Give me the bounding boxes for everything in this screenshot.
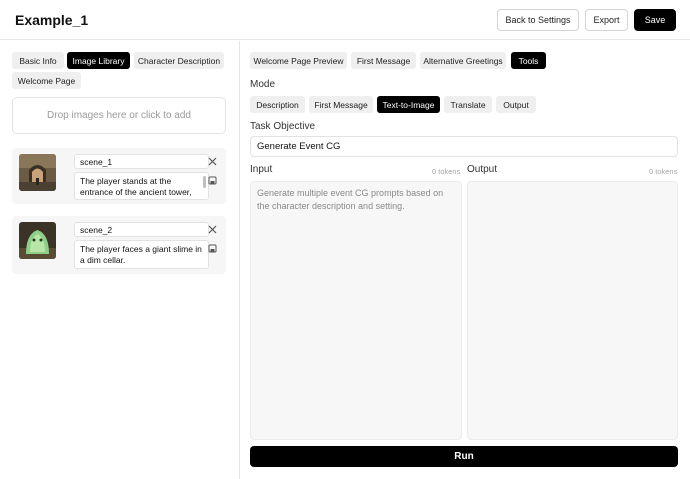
output-textarea[interactable] — [467, 181, 678, 440]
image-description-text: The player faces a giant slime in a dim … — [80, 244, 202, 265]
mode-output[interactable]: Output — [496, 96, 536, 113]
input-label: Input — [250, 164, 273, 175]
mode-description[interactable]: Description — [250, 96, 305, 113]
task-objective-input[interactable]: Generate Event CG — [250, 136, 678, 157]
delete-icon[interactable] — [206, 223, 218, 235]
image-thumbnail[interactable] — [19, 154, 56, 191]
image-dropzone[interactable]: Drop images here or click to add — [12, 97, 226, 134]
mode-first-message[interactable]: First Message — [309, 96, 373, 113]
back-to-settings-button[interactable]: Back to Settings — [497, 9, 579, 31]
save-icon[interactable] — [206, 242, 218, 254]
tab-image-library[interactable]: Image Library — [67, 52, 130, 69]
save-button[interactable]: Save — [634, 9, 676, 31]
output-label: Output — [467, 164, 498, 175]
tab-welcome-page-preview[interactable]: Welcome Page Preview — [250, 52, 347, 69]
image-description-input[interactable]: The player faces a giant slime in a dim … — [74, 240, 209, 269]
run-button[interactable]: Run — [250, 446, 678, 467]
input-token-count: 0 tokens — [432, 167, 461, 176]
tab-tools[interactable]: Tools — [511, 52, 546, 69]
image-name-input[interactable]: scene_2 — [74, 222, 209, 237]
mode-text-to-image[interactable]: Text-to-Image — [377, 96, 440, 113]
input-textarea[interactable]: Generate multiple event CG prompts based… — [250, 181, 462, 440]
tab-alternative-greetings[interactable]: Alternative Greetings — [420, 52, 506, 69]
tab-character-description[interactable]: Character Description — [134, 52, 224, 69]
export-button[interactable]: Export — [585, 9, 628, 31]
tab-basic-info[interactable]: Basic Info — [12, 52, 64, 69]
input-text: Generate multiple event CG prompts based… — [257, 188, 444, 211]
image-description-input[interactable]: The player stands at the entrance of the… — [74, 172, 209, 200]
image-name-input[interactable]: scene_1 — [74, 154, 209, 169]
image-description-text: The player stands at the entrance of the… — [80, 176, 192, 199]
mode-label: Mode — [250, 79, 276, 90]
delete-icon[interactable] — [206, 155, 218, 167]
app-title: Example_1 — [15, 12, 89, 28]
app-header: Example_1 Back to Settings Export Save — [0, 0, 690, 40]
output-token-count: 0 tokens — [649, 167, 678, 176]
image-card-scene-2: scene_2 The player faces a giant slime i… — [12, 216, 226, 274]
left-panel: Basic Info Image Library Character Descr… — [0, 41, 240, 479]
tab-welcome-page[interactable]: Welcome Page — [12, 72, 81, 89]
tab-first-message[interactable]: First Message — [351, 52, 416, 69]
image-thumbnail[interactable] — [19, 222, 56, 259]
task-objective-label: Task Objective — [250, 121, 316, 132]
right-panel: Welcome Page Preview First Message Alter… — [241, 41, 690, 479]
image-card-scene-1: scene_1 The player stands at the entranc… — [12, 148, 226, 204]
save-icon[interactable] — [206, 174, 218, 186]
mode-translate[interactable]: Translate — [444, 96, 492, 113]
